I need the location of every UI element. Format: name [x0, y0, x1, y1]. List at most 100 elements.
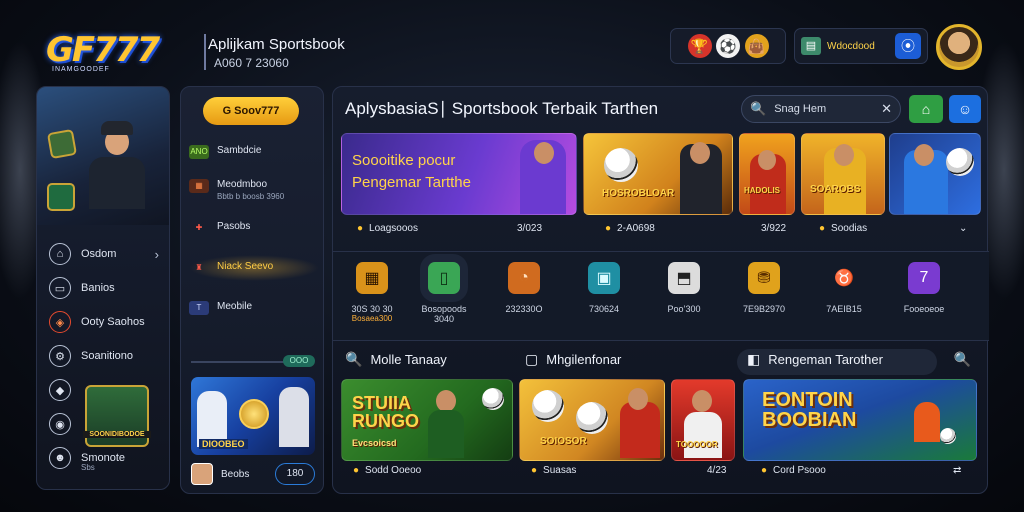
- home-button[interactable]: ⌂: [909, 95, 943, 123]
- mid-foot-avatar: [191, 463, 213, 485]
- page-title: AplysbasiaS∣ Sportsbook Terbaik Tarthen: [345, 99, 659, 118]
- meta-label: Sodd Ooeoo: [365, 465, 422, 476]
- game-card-1[interactable]: HOSROBLOAR: [583, 133, 733, 215]
- featured-meta: ● Loagsooos 3/023 ● 2-A0698 3/922 ● Soodias…: [353, 223, 973, 237]
- share-icon[interactable]: ⇄: [953, 465, 961, 476]
- menu-item-label: Pasobs: [217, 221, 251, 232]
- category-item-3[interactable]: ▣ 730624: [569, 262, 639, 314]
- hero-person: [85, 117, 149, 209]
- menu-item-icon: T: [189, 301, 209, 315]
- game-card-3[interactable]: SOAROBS: [801, 133, 885, 215]
- sidebar-item-3[interactable]: ⚙ Soanitiono: [37, 339, 169, 373]
- sidebar-item-sublabel: Sbs: [81, 463, 95, 472]
- bag-icon[interactable]: 👜: [744, 34, 769, 58]
- mid-menu-item-2[interactable]: ✚ Pasobs: [189, 221, 319, 235]
- mid-promo-banner[interactable]: DIOOBEO: [191, 377, 315, 455]
- category-icon: ♉: [834, 270, 854, 287]
- search-icon: 🔍: [750, 101, 767, 116]
- expand-chevron-icon[interactable]: ⌄: [959, 223, 967, 234]
- section-tab[interactable]: ◧ Rengeman Tarother: [747, 351, 883, 368]
- game-card-stuiia[interactable]: STUIIA RUNGO Evcsoicsd: [341, 379, 513, 461]
- section-headers: 🔍 Molle Tanaay ▢ Mhgilenfonar ◧ Rengeman Ta…: [333, 349, 989, 375]
- game-card-eontoin[interactable]: EONTOIN BOOBIAN: [743, 379, 977, 461]
- promo-pill[interactable]: ▤ Wdocdood ⦿: [794, 28, 928, 64]
- category-label: 730624: [588, 304, 620, 314]
- game-card-4[interactable]: [889, 133, 981, 215]
- category-item-4[interactable]: ⬒ Poo’300: [649, 262, 719, 314]
- search-icon[interactable]: 🔍: [954, 351, 971, 368]
- profile-button[interactable]: ☺: [949, 95, 981, 123]
- category-item-0[interactable]: ▦ 30S 30 30 Bosaea300: [337, 262, 407, 323]
- brand-logo[interactable]: GF777 INAMGOODEF: [46, 30, 186, 80]
- category-item-6[interactable]: ♉ 7AEIB15: [809, 262, 879, 314]
- mid-tag-badge: OOO: [283, 355, 315, 367]
- card-caption: SOIOSOR: [540, 436, 587, 447]
- top-icon-group: 🏆 👜 ⚽: [670, 28, 786, 64]
- card-caption: HADOLIS: [744, 186, 780, 195]
- category-label: 30S 30 30: [351, 304, 393, 314]
- category-label: Fooeoeoe: [903, 304, 945, 314]
- card-caption: SOAROBS: [810, 184, 861, 195]
- card-subtitle: Evcsoicsd: [352, 438, 397, 448]
- brand-pill-button[interactable]: G Soov777: [203, 97, 299, 125]
- sidebar-item-0[interactable]: ⌂ Osdom ›: [37, 237, 169, 271]
- mid-footer[interactable]: Beobs 180: [191, 461, 315, 487]
- category-sublabel: Bosaea300: [351, 314, 393, 323]
- soccer-ball-icon: [946, 148, 974, 176]
- mid-menu-item-1[interactable]: ▦ Meodmboo Bbtb b boosb 3960: [189, 179, 319, 201]
- card-player-head: [436, 390, 456, 412]
- mid-menu-item-0[interactable]: ANO Sambdcie: [189, 145, 319, 159]
- search-placeholder: Snag Hem: [774, 103, 827, 115]
- section-tab[interactable]: ▢ Mhgilenfonar: [525, 351, 621, 368]
- card-caption: HOSROBLOAR: [602, 188, 675, 199]
- game-card-tooooor[interactable]: TOOOOOR: [671, 379, 735, 461]
- nav-icon: ◆: [49, 379, 71, 401]
- soccer-ball-icon[interactable]: ⚽: [716, 34, 740, 58]
- category-label: 7E9B2970: [742, 304, 786, 314]
- category-icon: ▣: [588, 262, 620, 294]
- sidebar-item-2[interactable]: ◈ Ooty Saohos: [37, 305, 169, 339]
- card-player-head: [758, 150, 776, 170]
- category-item-7[interactable]: 7 Fooeoeoe: [889, 262, 959, 314]
- top-bar: GF777 INAMGOODEF Aplijkam Sportsbook A06…: [40, 22, 988, 82]
- soccer-ball-icon: [604, 148, 638, 182]
- menu-item-text: Pasobs: [217, 221, 250, 232]
- coin-icon: ●: [357, 223, 364, 234]
- game-card-2[interactable]: HADOLIS: [739, 133, 795, 215]
- trophy-icon[interactable]: 🏆: [687, 34, 712, 58]
- user-avatar[interactable]: [936, 24, 982, 70]
- category-item-2[interactable]: ◔ 232330O: [489, 262, 559, 314]
- category-icon: ▯: [428, 262, 460, 294]
- featured-row: Soooitike pocur Pengemar Tartthe HOSROBL…: [341, 133, 981, 217]
- card-title-line-2: BOOBIAN: [762, 409, 857, 431]
- card-caption: TOOOOOR: [676, 440, 718, 449]
- category-icon: 7: [908, 262, 940, 294]
- coin-icon: ●: [819, 223, 826, 234]
- coin-icon: ●: [605, 223, 612, 234]
- mid-menu-item-3[interactable]: ♜ Niack Seevo: [189, 255, 319, 281]
- meta-label: Loagsooos: [369, 223, 418, 234]
- panel-icon: ◧: [747, 351, 761, 367]
- mid-foot-label: Beobs: [221, 468, 250, 480]
- logo-text: GF777: [46, 30, 160, 70]
- category-item-5[interactable]: ⛃ 7E9B2970: [729, 262, 799, 314]
- sidebar-item-label: Ooty Saohos: [81, 316, 145, 328]
- search-input[interactable]: 🔍 Snag Hem ✕: [741, 95, 901, 123]
- title-divider: [204, 34, 206, 70]
- tools-icon[interactable]: ✕: [881, 101, 892, 117]
- account-button[interactable]: ⦿: [895, 33, 921, 59]
- section-tab[interactable]: 🔍 Molle Tanaay: [345, 351, 447, 368]
- menu-item-label: Niack Seevo: [217, 261, 274, 272]
- menu-item-label: Meobile: [217, 301, 253, 312]
- nav-card-caption: SOONIDIBODOE: [83, 431, 151, 438]
- card-title-line-1: EONTOIN: [762, 389, 853, 411]
- soccer-ball-icon: [482, 388, 504, 410]
- category-item-1[interactable]: ▯ Bosopoods 3040: [409, 262, 479, 324]
- mid-foot-badge[interactable]: 180: [275, 463, 315, 485]
- meta-item: ● Sodd Ooeoo: [353, 465, 421, 476]
- hero-card[interactable]: Soooitike pocur Pengemar Tartthe: [341, 133, 577, 215]
- meta-label: 2-A0698: [617, 223, 655, 234]
- sidebar-item-1[interactable]: ▭ Banios: [37, 271, 169, 305]
- mid-menu-item-4[interactable]: T Meobile: [189, 301, 319, 315]
- game-card-soiosor[interactable]: SOIOSOR: [519, 379, 665, 461]
